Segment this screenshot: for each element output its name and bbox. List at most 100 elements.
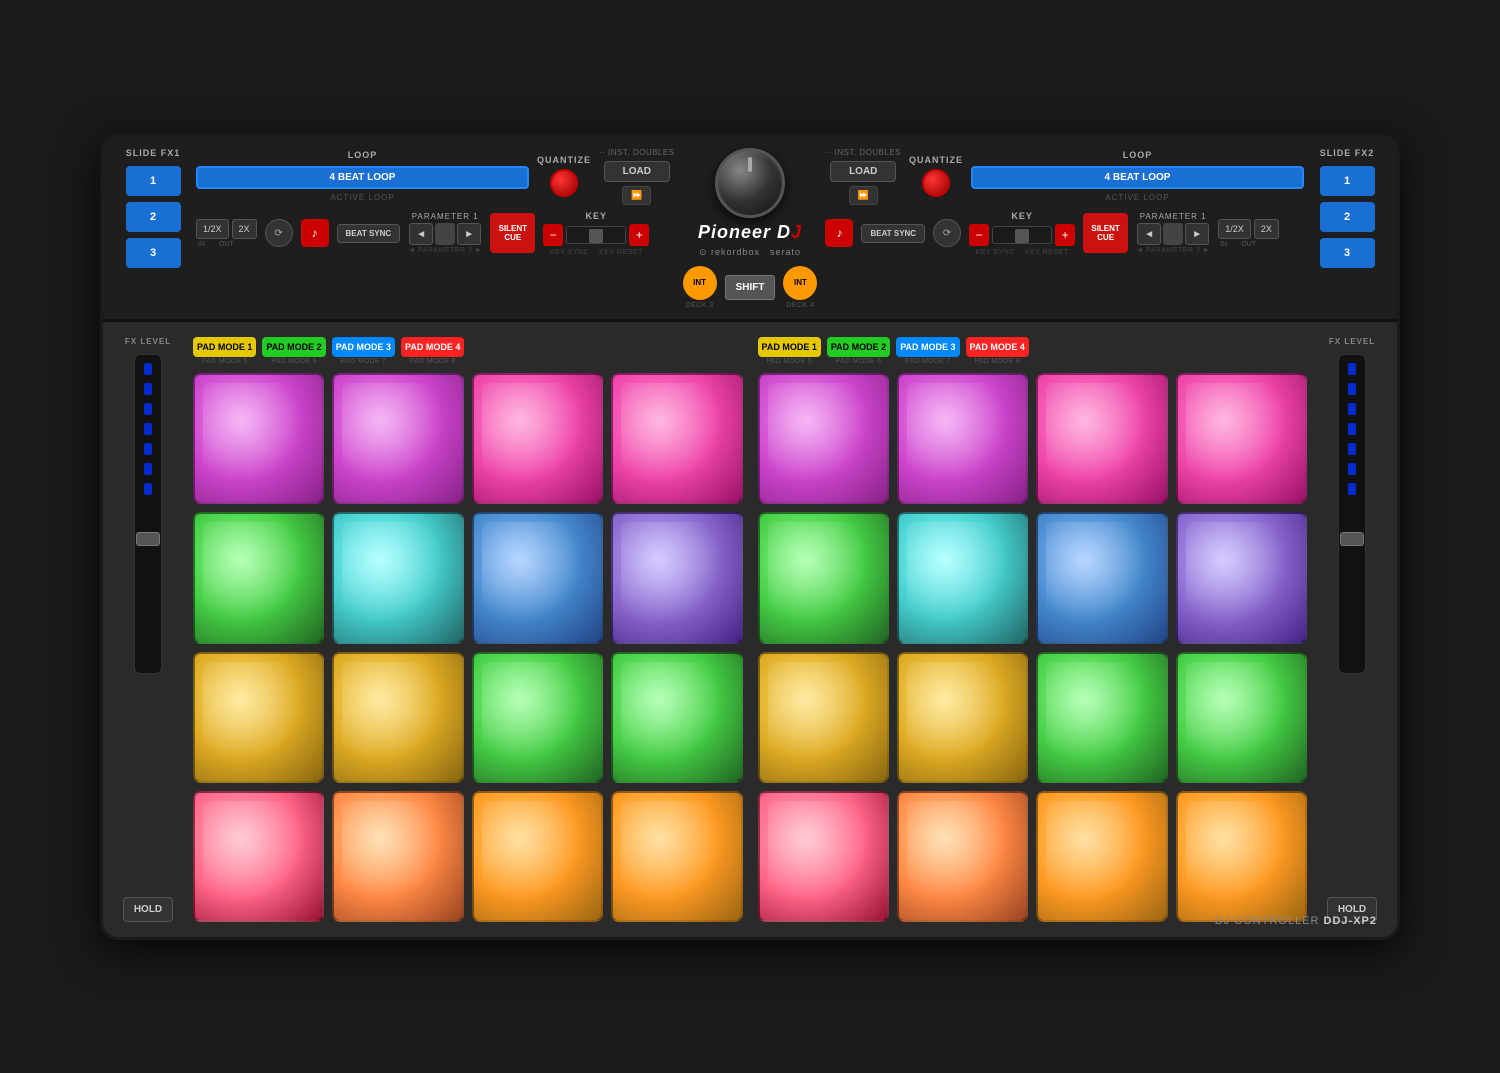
left-pad-mode-1-btn[interactable]: PAD MODE 1 xyxy=(193,337,256,357)
left-half-btn[interactable]: 1/2X xyxy=(196,219,229,239)
fx-slider-left-thumb xyxy=(136,532,160,546)
left-pad-mode-3-btn[interactable]: PAD MODE 3 xyxy=(332,337,395,357)
right-param-right-btn[interactable]: ► xyxy=(1185,223,1209,245)
right-pad-r1c1[interactable] xyxy=(758,373,889,504)
left-pad-r4c4[interactable] xyxy=(611,791,742,922)
right-pad-r2c1[interactable] xyxy=(758,512,889,643)
hold-left-btn[interactable]: HOLD xyxy=(123,897,173,922)
fx-level-left-label: FX LEVEL xyxy=(125,337,171,346)
right-pad-r3c1[interactable] xyxy=(758,652,889,783)
right-half-btn[interactable]: 1/2X xyxy=(1218,219,1251,239)
right-pad-r3c4[interactable] xyxy=(1176,652,1307,783)
right-pad-mode-6-label: PAD MODE 6 xyxy=(827,358,890,365)
right-pad-r3c3[interactable] xyxy=(1036,652,1167,783)
left-pad-mode-2-btn[interactable]: PAD MODE 2 xyxy=(262,337,325,357)
left-deck-controls: LOOP 4 BEAT LOOP ACTIVE LOOP QUANTIZE ··… xyxy=(196,148,675,256)
left-out-label: OUT xyxy=(219,241,234,248)
left-pad-r1c1[interactable] xyxy=(193,373,324,504)
right-tempo-icon[interactable]: ⟳ xyxy=(933,219,961,247)
right-key-sync-reset: KEY SYNC KEY RESET xyxy=(976,249,1069,256)
right-pad-r4c1[interactable] xyxy=(758,791,889,922)
right-pad-r2c3[interactable] xyxy=(1036,512,1167,643)
left-pad-r2c4[interactable] xyxy=(611,512,742,643)
right-pad-r1c4[interactable] xyxy=(1176,373,1307,504)
model-label: DJ CONTROLLER DDJ-XP2 xyxy=(1215,915,1377,927)
left-transport-btn[interactable]: ⏩ xyxy=(622,186,651,205)
left-beat-loop-btn[interactable]: 4 BEAT LOOP xyxy=(196,166,529,189)
right-pad-mode-1-btn[interactable]: PAD MODE 1 xyxy=(758,337,821,357)
left-pad-mode-7-label: PAD MODE 7 xyxy=(332,358,395,365)
right-pad-mode-1-col: PAD MODE 1 PAD MODE 5 xyxy=(758,337,821,365)
slide-fx1-btn-2[interactable]: 2 xyxy=(126,202,181,232)
right-pad-mode-4-btn[interactable]: PAD MODE 4 xyxy=(966,337,1029,357)
right-transport-btn[interactable]: ⏩ xyxy=(849,186,878,205)
left-param-right-btn[interactable]: ► xyxy=(457,223,481,245)
left-pad-r2c3[interactable] xyxy=(472,512,603,643)
left-pad-r1c4[interactable] xyxy=(611,373,742,504)
slide-fx2-btn-2[interactable]: 2 xyxy=(1320,202,1375,232)
right-quantize-knob[interactable] xyxy=(922,169,950,197)
fx-level-right-section: FX LEVEL HOLD xyxy=(1322,337,1382,923)
left-key-slider[interactable] xyxy=(566,226,626,244)
right-loop-label: LOOP xyxy=(971,150,1304,160)
right-beat-sync-btn[interactable]: BEAT SYNC xyxy=(861,224,925,243)
top-section: SLIDE FX1 1 2 3 LOOP 4 BEAT LOOP ACTIVE … xyxy=(103,136,1397,322)
shift-btn[interactable]: SHIFT xyxy=(725,275,776,300)
left-2x-btn[interactable]: 2X xyxy=(232,219,257,239)
left-beat-sync-btn[interactable]: BEAT SYNC xyxy=(337,224,401,243)
right-pad-r3c2[interactable] xyxy=(897,652,1028,783)
left-pad-mode-4-btn[interactable]: PAD MODE 4 xyxy=(401,337,464,357)
left-tempo-icon[interactable]: ⟳ xyxy=(265,219,293,247)
right-pad-mode-2-btn[interactable]: PAD MODE 2 xyxy=(827,337,890,357)
left-music-note-btn[interactable]: ♪ xyxy=(301,219,329,247)
left-quantize-knob[interactable] xyxy=(550,169,578,197)
slide-fx1-btn-3[interactable]: 3 xyxy=(126,238,181,268)
right-2x-btn[interactable]: 2X xyxy=(1254,219,1279,239)
right-pad-r4c2[interactable] xyxy=(897,791,1028,922)
left-pad-r3c2[interactable] xyxy=(332,652,463,783)
right-param-left-btn[interactable]: ◄ xyxy=(1137,223,1161,245)
left-param-left-btn[interactable]: ◄ xyxy=(409,223,433,245)
fx-slider-right-track[interactable] xyxy=(1338,354,1366,674)
left-pad-mode-8-label: PAD MODE 8 xyxy=(401,358,464,365)
right-beat-loop-btn[interactable]: 4 BEAT LOOP xyxy=(971,166,1304,189)
left-pad-r4c2[interactable] xyxy=(332,791,463,922)
right-pad-r1c2[interactable] xyxy=(897,373,1028,504)
right-quantize-section: QUANTIZE xyxy=(909,155,963,197)
left-pad-r1c2[interactable] xyxy=(332,373,463,504)
main-knob[interactable] xyxy=(715,148,785,218)
right-pad-r2c4[interactable] xyxy=(1176,512,1307,643)
left-pad-r4c3[interactable] xyxy=(472,791,603,922)
left-pad-r3c1[interactable] xyxy=(193,652,324,783)
right-key-plus-btn[interactable]: + xyxy=(1055,224,1075,246)
deck4-int-btn[interactable]: INT xyxy=(783,266,817,300)
right-load-btn[interactable]: LOAD xyxy=(830,161,896,182)
left-pad-r1c3[interactable] xyxy=(472,373,603,504)
left-pad-r2c1[interactable] xyxy=(193,512,324,643)
right-silent-cue-btn[interactable]: SILENT CUE xyxy=(1083,213,1128,253)
right-pad-r4c4[interactable] xyxy=(1176,791,1307,922)
left-key-minus-btn[interactable]: − xyxy=(543,224,563,246)
left-pad-r4c1[interactable] xyxy=(193,791,324,922)
right-music-note-btn[interactable]: ♪ xyxy=(825,219,853,247)
right-pads-half: PAD MODE 1 PAD MODE 5 PAD MODE 2 PAD MOD… xyxy=(758,337,1308,923)
fx-slider-left-track[interactable] xyxy=(134,354,162,674)
left-pad-r3c3[interactable] xyxy=(472,652,603,783)
slide-fx2-btn-3[interactable]: 3 xyxy=(1320,238,1375,268)
right-key-minus-btn[interactable]: − xyxy=(969,224,989,246)
right-pad-mode-3-btn[interactable]: PAD MODE 3 xyxy=(896,337,959,357)
left-key-plus-btn[interactable]: + xyxy=(629,224,649,246)
left-silent-cue-btn[interactable]: SILENT CUE xyxy=(490,213,535,253)
right-key-slider[interactable] xyxy=(992,226,1052,244)
slide-fx1-btn-1[interactable]: 1 xyxy=(126,166,181,196)
left-load-btn[interactable]: LOAD xyxy=(604,161,670,182)
left-pad-r3c4[interactable] xyxy=(611,652,742,783)
right-pad-r2c2[interactable] xyxy=(897,512,1028,643)
left-pad-mode-6-label: PAD MODE 6 xyxy=(262,358,325,365)
right-pad-r1c3[interactable] xyxy=(1036,373,1167,504)
left-pad-r2c2[interactable] xyxy=(332,512,463,643)
right-key-slider-row: − + xyxy=(969,224,1075,246)
slide-fx2-btn-1[interactable]: 1 xyxy=(1320,166,1375,196)
deck3-int-btn[interactable]: INT xyxy=(683,266,717,300)
right-pad-r4c3[interactable] xyxy=(1036,791,1167,922)
